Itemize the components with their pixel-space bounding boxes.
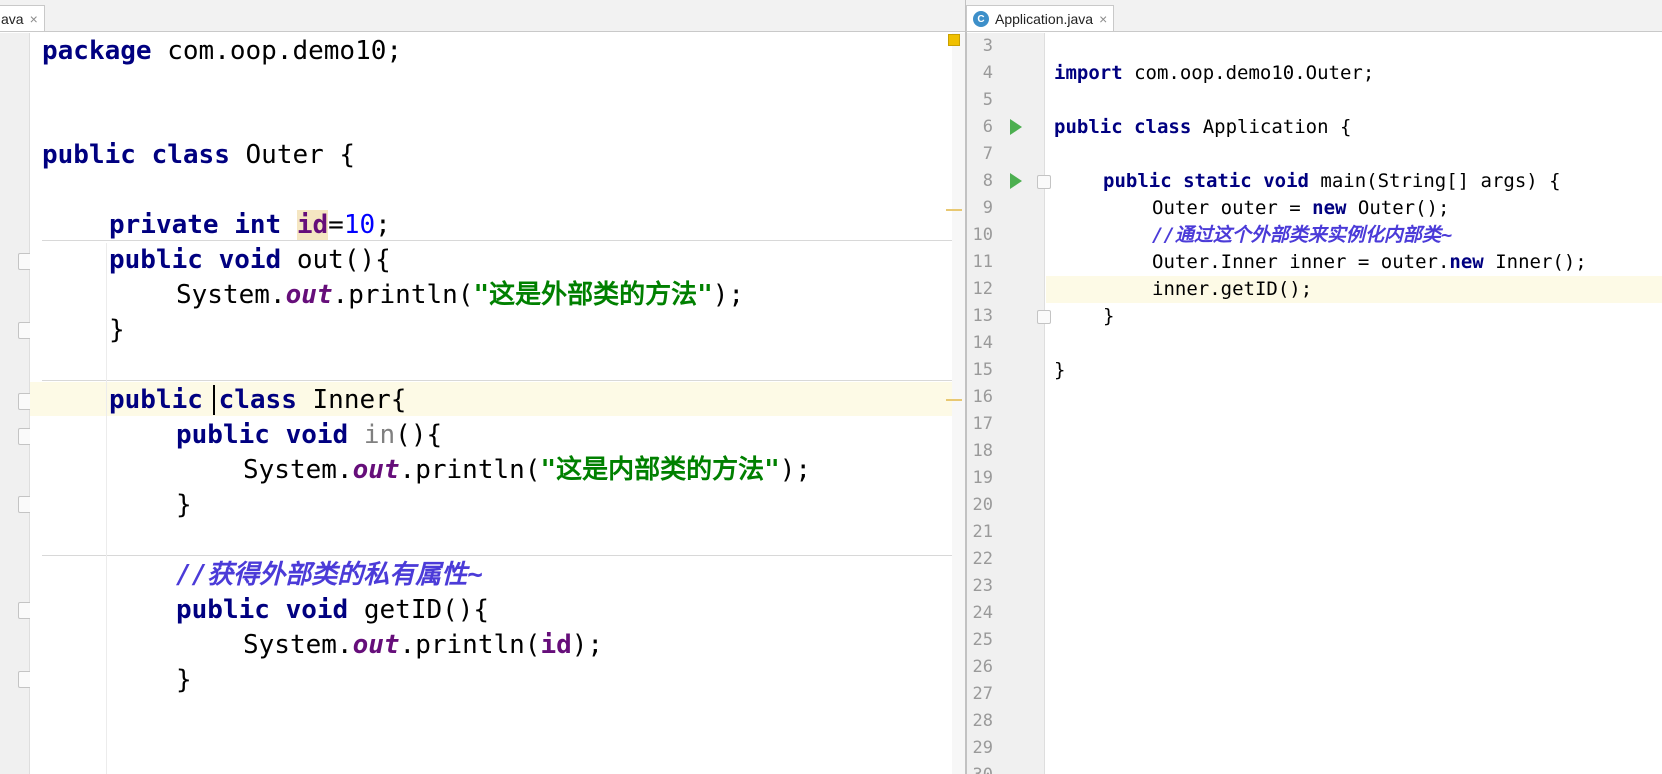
close-icon[interactable]: × [30,11,38,27]
close-icon[interactable]: × [1099,11,1107,27]
code-line: public void in(){ [176,420,443,450]
current-line-highlight [1046,276,1662,303]
line-number: 10 [972,225,993,245]
code-line: public class Application { [1054,116,1352,138]
line-number: 20 [972,495,993,515]
line-number: 14 [972,333,993,353]
code-line: } [109,315,125,345]
code-line: //通过这个外部类来实例化内部类~ [1152,224,1453,246]
line-number: 22 [972,549,993,569]
line-number: 4 [982,63,993,83]
line-number: 8 [982,171,993,191]
left-gutter [0,33,35,774]
method-separator [42,555,952,556]
code-line: public static void main(String[] args) { [1103,170,1561,192]
line-number: 28 [972,711,993,731]
line-number: 30 [967,762,993,774]
line-number: 23 [972,576,993,596]
line-number: 27 [972,684,993,704]
tab-label: Application.java [995,11,1094,27]
left-code-editor[interactable]: package com.oop.demo10; public class Out… [30,33,952,774]
right-gutter: 3 4 5 6 7 8 9 10 11 12 13 14 15 16 17 18… [967,33,1051,774]
inspection-status-icon[interactable] [948,34,960,46]
line-number: 12 [972,279,993,299]
code-line: public class Inner{ [109,385,407,415]
left-tab-bar: ava × [0,0,965,32]
indent-guide [106,243,107,774]
run-icon[interactable] [1010,119,1022,135]
code-line: } [1103,305,1115,327]
line-number: 17 [972,414,993,434]
code-line: public class Outer { [42,140,356,170]
method-separator [42,380,952,381]
code-line: public void out(){ [109,245,391,275]
code-line: System.out.println("这是外部类的方法"); [176,280,745,310]
code-line: inner.getID(); [1152,278,1313,300]
line-number: 29 [972,738,993,758]
tab-label: ava [1,11,24,27]
line-number: 26 [972,657,993,677]
line-number: 15 [972,360,993,380]
code-line: Outer.Inner inner = outer.new Inner(); [1152,251,1587,273]
error-stripe[interactable] [952,33,965,774]
error-stripe-mark[interactable] [946,209,962,211]
line-number: 5 [982,90,993,110]
code-line: } [176,490,192,520]
code-line: import com.oop.demo10.Outer; [1054,62,1375,84]
code-line: System.out.println(id); [243,630,604,660]
code-line: } [176,665,192,695]
line-number: 19 [972,468,993,488]
tab-outer-java[interactable]: ava × [0,5,45,31]
error-stripe-mark[interactable] [946,399,962,401]
run-icon[interactable] [1010,173,1022,189]
java-class-icon: C [973,11,989,27]
line-number: 21 [972,522,993,542]
code-line: System.out.println("这是内部类的方法"); [243,455,812,485]
code-line: //获得外部类的私有属性~ [176,560,483,590]
line-number: 9 [982,198,993,218]
code-line: Outer outer = new Outer(); [1152,197,1450,219]
line-number: 16 [972,387,993,407]
line-number: 7 [982,144,993,164]
line-number: 6 [982,117,993,137]
line-number: 25 [972,630,993,650]
line-number: 24 [972,603,993,623]
line-number: 13 [972,306,993,326]
line-number: 18 [972,441,993,461]
right-tab-bar: C Application.java × [966,0,1662,32]
code-line: private int id=10; [109,210,391,240]
text-caret [213,385,215,415]
line-number: 3 [982,36,993,56]
code-line: public void getID(){ [176,595,490,625]
code-line: } [1054,359,1066,381]
line-number: 11 [972,252,993,272]
code-line: package com.oop.demo10; [42,36,403,66]
tab-application-java[interactable]: C Application.java × [966,5,1115,31]
right-code-editor[interactable]: import com.oop.demo10.Outer; public clas… [1046,33,1662,774]
